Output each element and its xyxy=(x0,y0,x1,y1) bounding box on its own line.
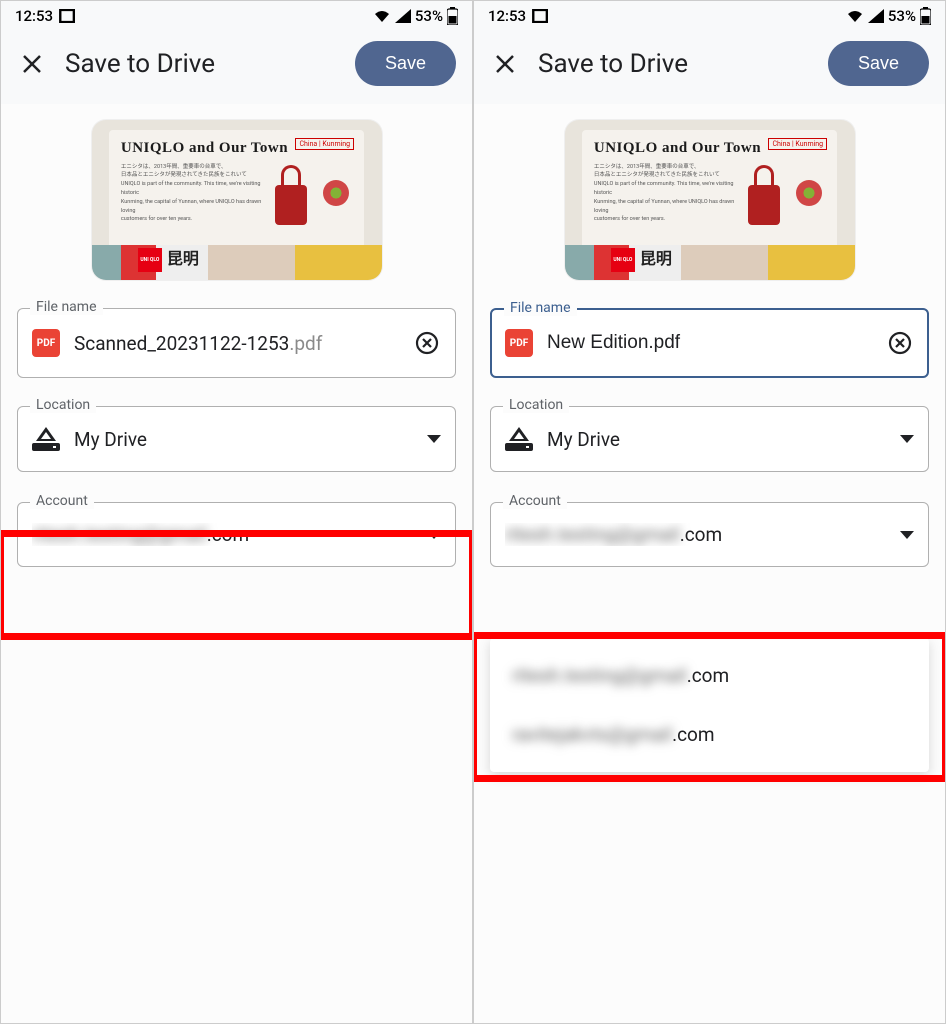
location-label: Location xyxy=(30,397,96,413)
header: Save to Drive Save xyxy=(1,27,472,104)
bag-illustration xyxy=(269,165,313,225)
flower-illustration xyxy=(323,180,349,206)
content: UNIQLO and Our Town China | Kunming エニシタ… xyxy=(1,104,472,1023)
header: Save to Drive Save xyxy=(474,27,945,104)
filename-field[interactable]: File name PDF xyxy=(490,308,929,378)
flower-illustration xyxy=(796,180,822,206)
filename-field[interactable]: File name PDF Scanned_20231122-1253.pdf xyxy=(17,308,456,378)
close-button[interactable] xyxy=(492,51,518,77)
clear-filename-button[interactable] xyxy=(886,329,914,357)
signal-icon xyxy=(868,9,884,23)
screen-left: 12:53 53% Save to Drive Save UNI xyxy=(0,0,473,1024)
save-button[interactable]: Save xyxy=(355,41,456,86)
account-dropdown: ritesh.testing@gmail.com ravitejakvts@gm… xyxy=(490,638,929,772)
chevron-down-icon xyxy=(900,435,914,443)
filename-label: File name xyxy=(30,299,103,315)
filename-label: File name xyxy=(504,300,577,316)
uniqlo-logo: UNI QLO xyxy=(611,248,635,272)
chevron-down-icon xyxy=(427,435,441,443)
preview-cjk: 昆明 xyxy=(167,245,199,269)
battery-icon xyxy=(447,7,458,25)
location-label: Location xyxy=(503,397,569,413)
preview-tag: China | Kunming xyxy=(295,138,354,150)
account-field[interactable]: Account ritesh.testing@gmail.com xyxy=(490,502,929,567)
pdf-icon: PDF xyxy=(505,329,533,357)
battery-icon xyxy=(920,7,931,25)
pdf-icon: PDF xyxy=(32,329,60,357)
page-title: Save to Drive xyxy=(65,49,335,79)
battery-pct: 53% xyxy=(888,7,916,25)
document-preview[interactable]: UNIQLO and Our Town China | Kunming エニシタ… xyxy=(92,120,382,280)
battery-pct: 53% xyxy=(415,7,443,25)
status-bar: 12:53 53% xyxy=(1,1,472,27)
drive-icon xyxy=(505,427,533,451)
preview-cjk: 昆明 xyxy=(640,245,672,269)
location-field[interactable]: Location My Drive xyxy=(490,406,929,472)
status-time: 12:53 xyxy=(15,7,53,25)
drive-icon xyxy=(32,427,60,451)
location-field[interactable]: Location My Drive xyxy=(17,406,456,472)
chevron-down-icon xyxy=(427,531,441,539)
clear-filename-button[interactable] xyxy=(413,329,441,357)
content: UNIQLO and Our Town China | Kunming エニシタ… xyxy=(474,104,945,1023)
screen-right: 12:53 53% Save to Drive Save UNI xyxy=(473,0,946,1024)
bag-illustration xyxy=(742,165,786,225)
account-label: Account xyxy=(503,493,567,509)
signal-icon xyxy=(395,9,411,23)
account-value: ritesh.testing@gmail.com xyxy=(505,523,886,546)
document-preview[interactable]: UNIQLO and Our Town China | Kunming エニシタ… xyxy=(565,120,855,280)
account-value: ritesh.testing@gmail.com xyxy=(32,523,413,546)
page-title: Save to Drive xyxy=(538,49,808,79)
filename-value: Scanned_20231122-1253.pdf xyxy=(74,332,399,355)
chevron-down-icon xyxy=(900,531,914,539)
preview-body: エニシタは、2013年間、重要車の台車で、日本品とエニシタが発現されてきた民族を… xyxy=(121,163,264,225)
picture-icon xyxy=(532,9,548,23)
uniqlo-logo: UNI QLO xyxy=(138,248,162,272)
preview-body: エニシタは、2013年間、重要車の台車で、日本品とエニシタが発現されてきた民族を… xyxy=(594,163,737,225)
preview-tag: China | Kunming xyxy=(768,138,827,150)
picture-icon xyxy=(59,9,75,23)
save-button[interactable]: Save xyxy=(828,41,929,86)
location-value: My Drive xyxy=(74,428,413,451)
wifi-icon xyxy=(373,9,391,23)
status-bar: 12:53 53% xyxy=(474,1,945,27)
account-label: Account xyxy=(30,493,94,509)
filename-input[interactable] xyxy=(547,332,872,354)
close-button[interactable] xyxy=(19,51,45,77)
status-time: 12:53 xyxy=(488,7,526,25)
account-field[interactable]: Account ritesh.testing@gmail.com xyxy=(17,502,456,567)
account-option[interactable]: ravitejakvts@gmail.com xyxy=(490,705,929,764)
account-option[interactable]: ritesh.testing@gmail.com xyxy=(490,646,929,705)
location-value: My Drive xyxy=(547,428,886,451)
wifi-icon xyxy=(846,9,864,23)
